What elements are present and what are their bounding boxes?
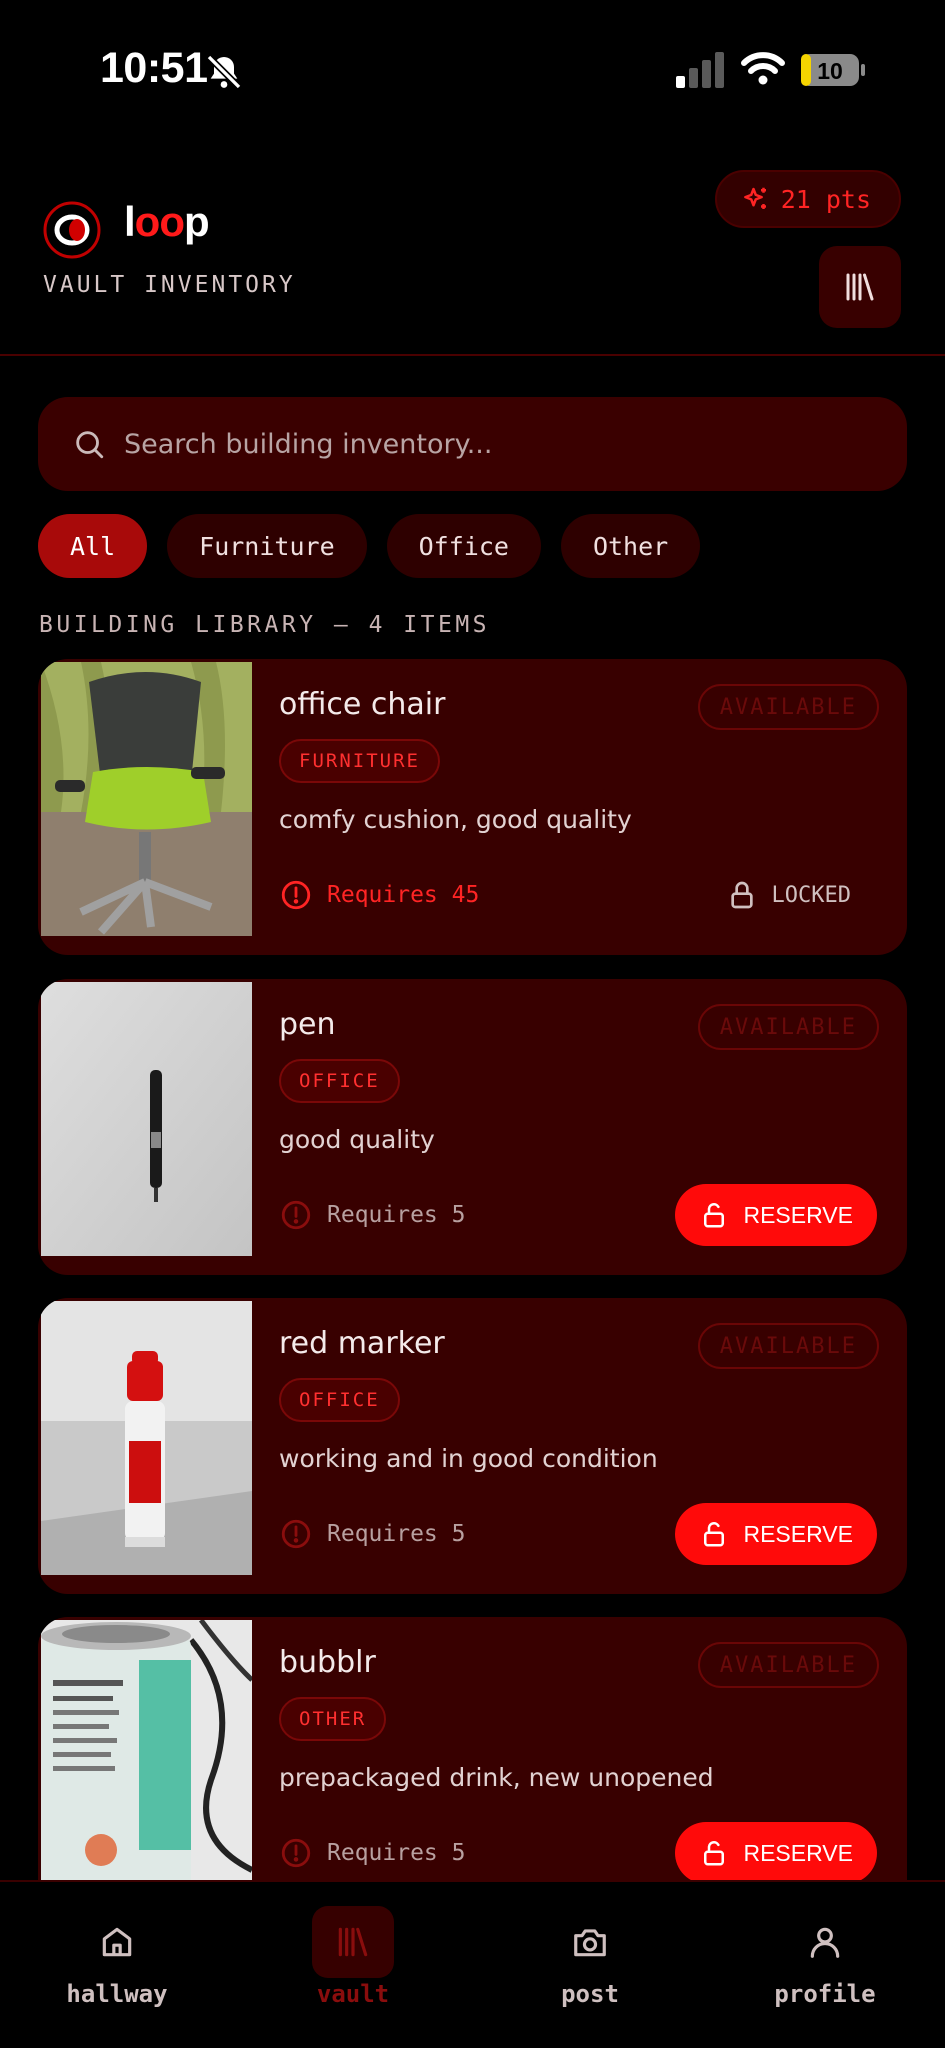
svg-text:10: 10 <box>817 58 843 84</box>
points-requirement: Requires 45 <box>279 875 479 915</box>
alert-circle-icon <box>281 880 311 910</box>
unlock-icon <box>704 1522 725 1547</box>
category-badge: FURNITURE <box>279 739 440 783</box>
nav-hallway[interactable]: hallway <box>27 1882 207 2012</box>
item-photo <box>41 1301 252 1575</box>
filter-office[interactable]: Office <box>386 514 541 578</box>
category-badge: OFFICE <box>279 1059 400 1103</box>
library-icon <box>338 1927 368 1957</box>
item-title: pen <box>279 1007 336 1042</box>
battery-icon: 10 <box>800 53 866 87</box>
requirement-text: Requires 5 <box>327 1202 466 1228</box>
locked-status: LOCKED <box>726 875 851 915</box>
sparkles-icon <box>743 187 766 209</box>
filter-other[interactable]: Other <box>560 514 701 578</box>
nav-profile-icon-wrap <box>784 1906 866 1978</box>
app-header: loop VAULT INVENTORY 21 pts <box>0 160 945 356</box>
item-title: red marker <box>279 1326 445 1361</box>
reserve-label: RESERVE <box>743 1201 853 1228</box>
search-bar[interactable] <box>38 397 907 491</box>
reserve-label: RESERVE <box>743 1839 853 1866</box>
nav-post-icon-wrap <box>549 1906 631 1978</box>
requirement-text: Requires 45 <box>327 882 480 908</box>
category-filters: All Furniture Office Other <box>38 514 701 578</box>
nav-vault[interactable]: vault <box>263 1882 443 2012</box>
alert-circle-icon <box>281 1838 311 1868</box>
item-photo <box>41 1620 252 1894</box>
status-bar: 10:51 10 <box>0 0 945 140</box>
library-button[interactable] <box>819 246 901 328</box>
filter-all[interactable]: All <box>38 514 148 578</box>
reserve-button[interactable]: RESERVE <box>675 1822 877 1884</box>
item-description: working and in good condition <box>279 1444 658 1473</box>
nav-profile-label: profile <box>774 1980 876 2008</box>
library-icon <box>846 273 874 301</box>
points-requirement: Requires 5 <box>279 1195 465 1235</box>
nav-profile[interactable]: profile <box>735 1882 915 2012</box>
points-requirement: Requires 5 <box>279 1514 465 1554</box>
points-badge[interactable]: 21 pts <box>714 170 901 228</box>
brand-logo: loop <box>124 198 210 245</box>
section-heading: BUILDING LIBRARY — 4 ITEMS <box>39 612 491 638</box>
points-value: 21 pts <box>780 184 871 214</box>
requirement-text: Requires 5 <box>327 1521 466 1547</box>
item-photo <box>41 982 252 1256</box>
reserve-button[interactable]: RESERVE <box>675 1503 877 1565</box>
lock-icon <box>730 881 753 909</box>
alert-circle-icon <box>281 1519 311 1549</box>
category-badge: OTHER <box>279 1697 387 1741</box>
item-card[interactable]: office chair AVAILABLE FURNITURE comfy c… <box>38 659 907 955</box>
alert-circle-icon <box>281 1200 311 1230</box>
nav-vault-icon-wrap <box>312 1906 394 1978</box>
unlock-icon <box>704 1203 725 1228</box>
item-description: comfy cushion, good quality <box>279 805 632 834</box>
item-card[interactable]: pen AVAILABLE OFFICE good quality Requir… <box>38 979 907 1275</box>
item-description: good quality <box>279 1125 435 1154</box>
nav-hallway-label: hallway <box>66 1980 168 2008</box>
requirement-text: Requires 5 <box>327 1840 466 1866</box>
nav-hallway-icon-wrap <box>76 1906 158 1978</box>
reserve-label: RESERVE <box>743 1520 853 1547</box>
item-card[interactable]: bubblr AVAILABLE OTHER prepackaged drink… <box>38 1617 907 1913</box>
wifi-icon <box>741 52 785 85</box>
user-icon <box>810 1927 840 1958</box>
bottom-nav: hallway vault post profile <box>0 1880 945 2048</box>
points-requirement: Requires 5 <box>279 1833 465 1873</box>
availability-badge: AVAILABLE <box>697 1323 879 1369</box>
status-time: 10:51 <box>100 44 208 92</box>
search-input[interactable] <box>124 428 907 460</box>
availability-badge: AVAILABLE <box>697 1004 879 1050</box>
nav-post-label: post <box>561 1980 619 2008</box>
availability-badge: AVAILABLE <box>697 1642 879 1688</box>
nav-vault-label: vault <box>316 1980 390 2008</box>
loop-logo-icon <box>43 201 101 259</box>
page-subtitle: VAULT INVENTORY <box>43 272 296 298</box>
reserve-button[interactable]: RESERVE <box>675 1184 877 1246</box>
item-description: prepackaged drink, new unopened <box>279 1763 714 1792</box>
filter-furniture[interactable]: Furniture <box>167 514 367 578</box>
bell-off-icon <box>206 54 242 90</box>
nav-post[interactable]: post <box>500 1882 680 2012</box>
home-icon <box>102 1927 132 1957</box>
item-title: bubblr <box>279 1645 376 1680</box>
locked-label: LOCKED <box>771 882 851 908</box>
search-icon <box>76 431 104 459</box>
camera-icon <box>574 1929 606 1957</box>
item-card[interactable]: red marker AVAILABLE OFFICE working and … <box>38 1298 907 1594</box>
availability-badge: AVAILABLE <box>697 684 879 730</box>
signal-icon <box>676 52 724 88</box>
item-photo <box>41 662 252 936</box>
item-title: office chair <box>279 687 446 722</box>
category-badge: OFFICE <box>279 1378 400 1422</box>
unlock-icon <box>704 1841 725 1866</box>
